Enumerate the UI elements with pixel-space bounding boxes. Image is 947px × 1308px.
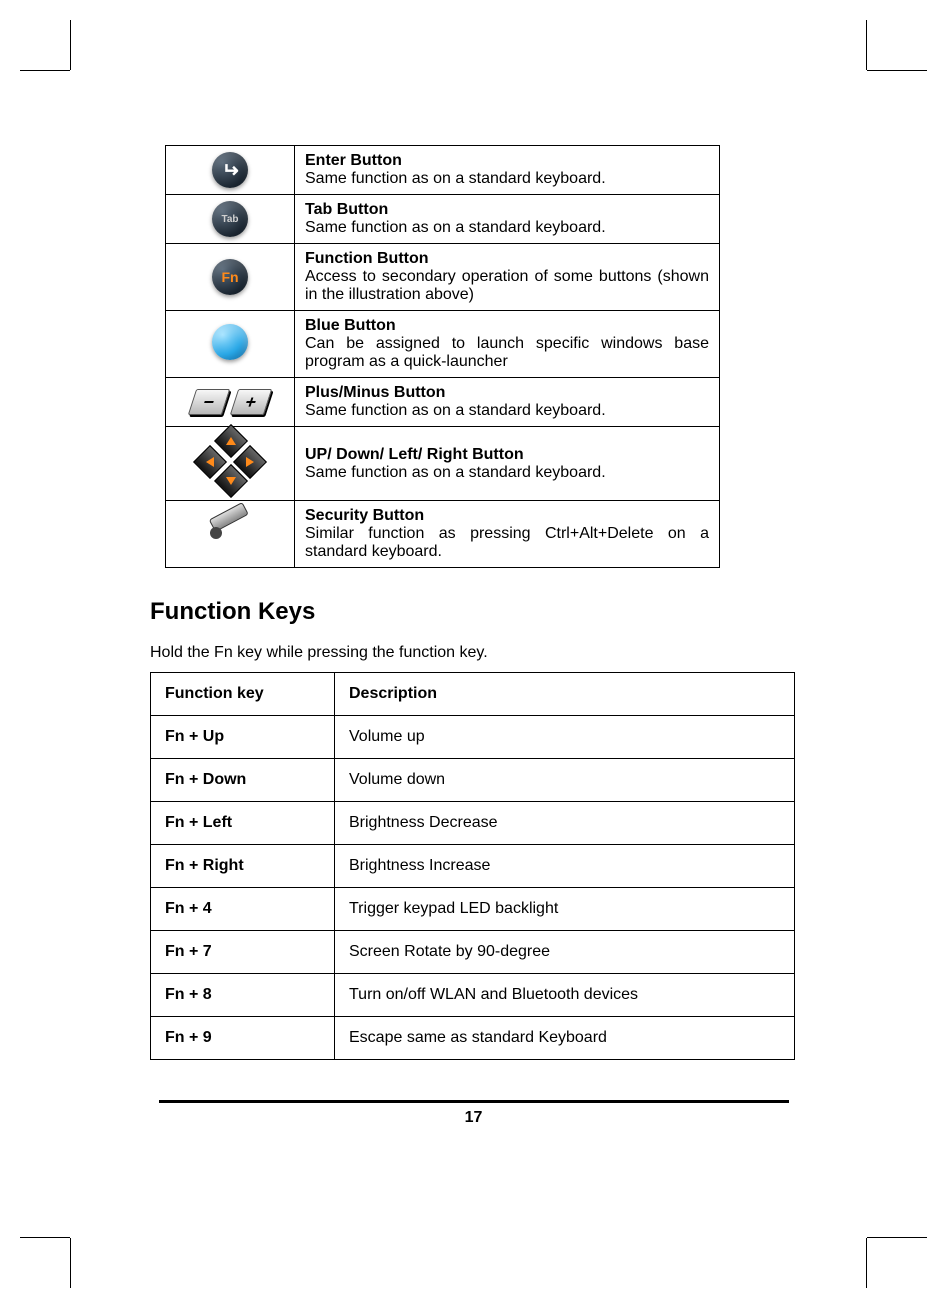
fn-key: Fn + Left bbox=[151, 802, 335, 845]
column-header-key: Function key bbox=[151, 673, 335, 716]
button-title: Enter Button bbox=[305, 152, 402, 169]
enter-icon: ↵ bbox=[212, 152, 248, 188]
button-desc-cell: Security ButtonSimilar function as press… bbox=[295, 501, 720, 568]
button-title: Tab Button bbox=[305, 201, 388, 218]
fn-desc: Brightness Increase bbox=[335, 845, 795, 888]
column-header-desc: Description bbox=[335, 673, 795, 716]
button-desc: Similar function as pressing Ctrl+Alt+De… bbox=[305, 525, 709, 560]
table-row: −+ Plus/Minus ButtonSame function as on … bbox=[166, 378, 720, 427]
table-row: Fn + 9Escape same as standard Keyboard bbox=[151, 1017, 795, 1060]
button-desc-cell: Blue ButtonCan be assigned to launch spe… bbox=[295, 311, 720, 378]
page-content: ↵ Enter ButtonSame function as on a stan… bbox=[0, 0, 947, 1127]
button-title: Security Button bbox=[305, 507, 424, 524]
fn-key: Fn + Up bbox=[151, 716, 335, 759]
button-title: UP/ Down/ Left/ Right Button bbox=[305, 446, 524, 463]
table-row: Fn Function ButtonAccess to secondary op… bbox=[166, 244, 720, 311]
table-row: Blue ButtonCan be assigned to launch spe… bbox=[166, 311, 720, 378]
plus-minus-icon: −+ bbox=[192, 389, 268, 415]
fn-desc: Brightness Decrease bbox=[335, 802, 795, 845]
table-row: Fn + 4Trigger keypad LED backlight bbox=[151, 888, 795, 931]
fn-desc: Volume down bbox=[335, 759, 795, 802]
table-row: Tab Tab ButtonSame function as on a stan… bbox=[166, 195, 720, 244]
button-desc-cell: Tab ButtonSame function as on a standard… bbox=[295, 195, 720, 244]
section-intro: Hold the Fn key while pressing the funct… bbox=[150, 644, 797, 662]
table-row: ↵ Enter ButtonSame function as on a stan… bbox=[166, 146, 720, 195]
blue-button-icon bbox=[212, 324, 248, 360]
table-row: Fn + UpVolume up bbox=[151, 716, 795, 759]
buttons-table: ↵ Enter ButtonSame function as on a stan… bbox=[165, 145, 720, 568]
button-desc: Same function as on a standard keyboard. bbox=[305, 402, 606, 419]
fn-desc: Trigger keypad LED backlight bbox=[335, 888, 795, 931]
button-desc-cell: Plus/Minus ButtonSame function as on a s… bbox=[295, 378, 720, 427]
fn-key: Fn + Right bbox=[151, 845, 335, 888]
footer-rule bbox=[159, 1100, 789, 1103]
button-desc: Can be assigned to launch specific windo… bbox=[305, 335, 709, 370]
button-desc: Access to secondary operation of some bu… bbox=[305, 268, 709, 303]
button-title: Function Button bbox=[305, 250, 429, 267]
fn-desc: Turn on/off WLAN and Bluetooth devices bbox=[335, 974, 795, 1017]
fn-key: Fn + 7 bbox=[151, 931, 335, 974]
fn-desc: Screen Rotate by 90-degree bbox=[335, 931, 795, 974]
button-desc-cell: Enter ButtonSame function as on a standa… bbox=[295, 146, 720, 195]
button-title: Plus/Minus Button bbox=[305, 384, 445, 401]
table-row: Fn + DownVolume down bbox=[151, 759, 795, 802]
fn-desc: Volume up bbox=[335, 716, 795, 759]
function-keys-table: Function key Description Fn + UpVolume u… bbox=[150, 672, 795, 1060]
fn-key: Fn + Down bbox=[151, 759, 335, 802]
table-header-row: Function key Description bbox=[151, 673, 795, 716]
page-number: 17 bbox=[150, 1109, 797, 1127]
fn-key: Fn + 8 bbox=[151, 974, 335, 1017]
table-row: Fn + 8Turn on/off WLAN and Bluetooth dev… bbox=[151, 974, 795, 1017]
button-desc: Same function as on a standard keyboard. bbox=[305, 219, 606, 236]
button-desc-cell: Function ButtonAccess to secondary opera… bbox=[295, 244, 720, 311]
tab-icon: Tab bbox=[212, 201, 248, 237]
security-icon bbox=[210, 517, 250, 547]
table-row: Fn + LeftBrightness Decrease bbox=[151, 802, 795, 845]
dpad-icon bbox=[200, 431, 260, 491]
table-row: UP/ Down/ Left/ Right ButtonSame functio… bbox=[166, 427, 720, 501]
section-heading: Function Keys bbox=[150, 598, 797, 626]
button-desc: Same function as on a standard keyboard. bbox=[305, 170, 606, 187]
fn-desc: Escape same as standard Keyboard bbox=[335, 1017, 795, 1060]
fn-key: Fn + 4 bbox=[151, 888, 335, 931]
table-row: Fn + RightBrightness Increase bbox=[151, 845, 795, 888]
button-desc: Same function as on a standard keyboard. bbox=[305, 464, 606, 481]
table-row: Security ButtonSimilar function as press… bbox=[166, 501, 720, 568]
button-title: Blue Button bbox=[305, 317, 396, 334]
fn-key: Fn + 9 bbox=[151, 1017, 335, 1060]
button-desc-cell: UP/ Down/ Left/ Right ButtonSame functio… bbox=[295, 427, 720, 501]
fn-icon: Fn bbox=[212, 259, 248, 295]
table-row: Fn + 7Screen Rotate by 90-degree bbox=[151, 931, 795, 974]
